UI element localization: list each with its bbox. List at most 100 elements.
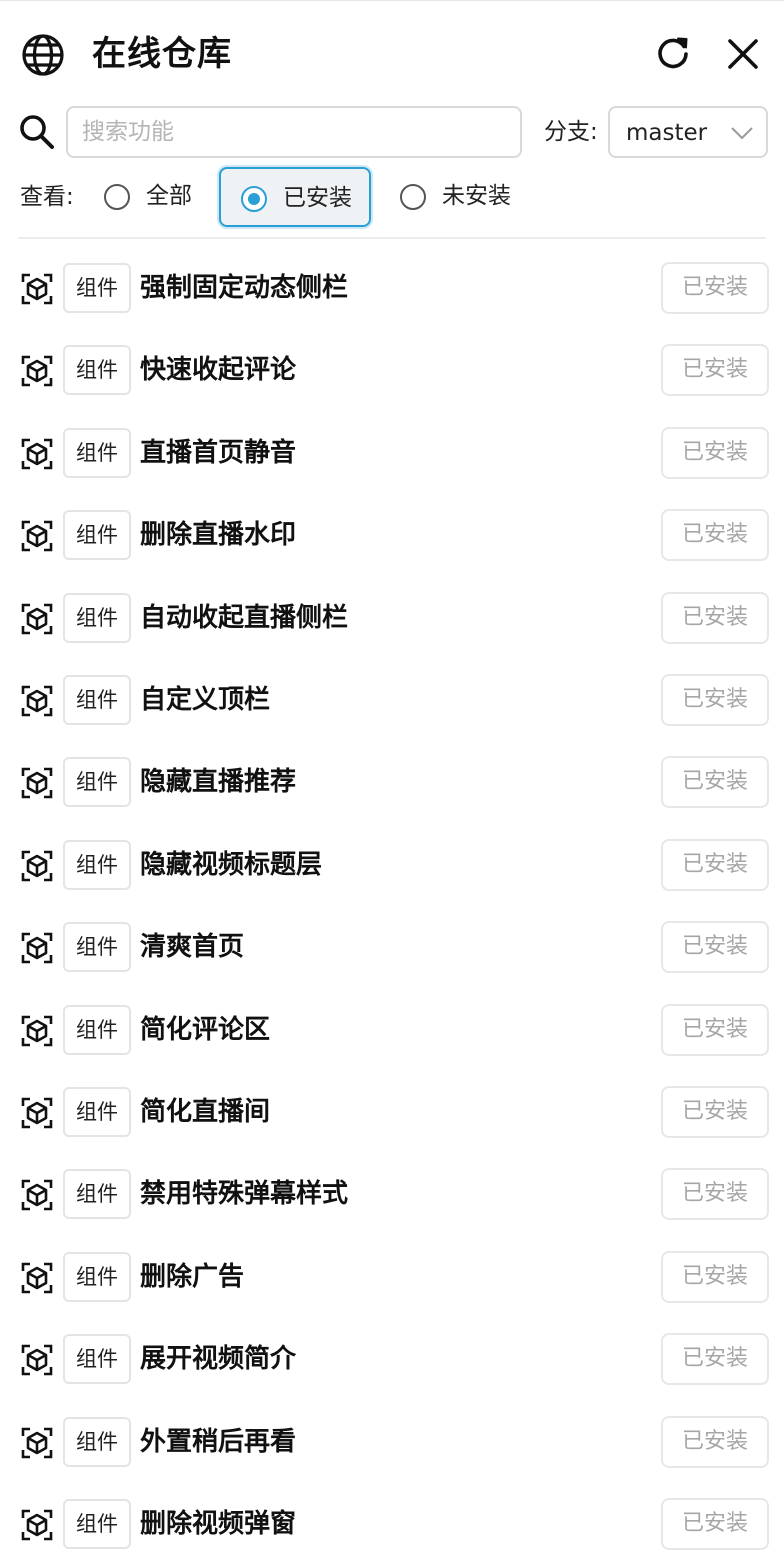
list-item[interactable]: 组件 自定义顶栏 已安装 <box>0 659 784 741</box>
online-repository-panel: 在线仓库 分支: master 查看: 全部 已安装 未安装 <box>0 0 784 1566</box>
filter-option-not-installed[interactable]: 未安装 <box>392 167 532 227</box>
component-type-tag: 组件 <box>63 1169 131 1219</box>
refresh-icon[interactable] <box>652 33 694 75</box>
radio-circle-icon <box>104 184 130 210</box>
component-name[interactable]: 禁用特殊弹幕样式 <box>140 1177 348 1211</box>
installed-status-button[interactable]: 已安装 <box>661 756 769 808</box>
component-cube-icon <box>21 1262 53 1294</box>
filter-option-label: 全部 <box>146 183 192 209</box>
component-name[interactable]: 隐藏视频标题层 <box>140 848 322 882</box>
component-cube-icon <box>21 355 53 387</box>
filter-option-label: 未安装 <box>442 183 511 209</box>
page-title: 在线仓库 <box>92 34 232 74</box>
component-cube-icon <box>21 603 53 635</box>
component-name[interactable]: 展开视频简介 <box>140 1342 296 1376</box>
list-item[interactable]: 组件 快速收起评论 已安装 <box>0 329 784 411</box>
list-item[interactable]: 组件 强制固定动态侧栏 已安装 <box>0 247 784 329</box>
component-type-tag: 组件 <box>63 1499 131 1549</box>
component-type-tag: 组件 <box>63 510 131 560</box>
component-name[interactable]: 直播首页静音 <box>140 436 296 470</box>
component-name[interactable]: 快速收起评论 <box>140 353 296 387</box>
branch-label: 分支: <box>544 119 598 145</box>
list-item[interactable]: 组件 简化评论区 已安装 <box>0 989 784 1071</box>
component-type-tag: 组件 <box>63 840 131 890</box>
component-cube-icon <box>21 1344 53 1376</box>
installed-status-button[interactable]: 已安装 <box>661 509 769 561</box>
installed-status-button[interactable]: 已安装 <box>661 427 769 479</box>
installed-status-button[interactable]: 已安装 <box>661 674 769 726</box>
component-name[interactable]: 简化直播间 <box>140 1095 270 1129</box>
list-item[interactable]: 组件 删除直播水印 已安装 <box>0 494 784 576</box>
component-cube-icon <box>21 520 53 552</box>
branch-selected-value: master <box>626 120 708 146</box>
component-name[interactable]: 外置稍后再看 <box>140 1425 296 1459</box>
component-name[interactable]: 强制固定动态侧栏 <box>140 271 348 305</box>
list-item[interactable]: 组件 外置稍后再看 已安装 <box>0 1401 784 1483</box>
list-item[interactable]: 组件 展开视频简介 已安装 <box>0 1318 784 1400</box>
list-item[interactable]: 组件 隐藏视频标题层 已安装 <box>0 824 784 906</box>
component-type-tag: 组件 <box>63 428 131 478</box>
component-name[interactable]: 删除广告 <box>140 1260 244 1294</box>
panel-header: 在线仓库 <box>0 1 784 107</box>
component-type-tag: 组件 <box>63 593 131 643</box>
installed-status-button[interactable]: 已安装 <box>661 921 769 973</box>
globe-icon <box>22 34 64 76</box>
installed-status-button[interactable]: 已安装 <box>661 839 769 891</box>
component-cube-icon <box>21 1097 53 1129</box>
filter-option-label: 已安装 <box>283 185 352 211</box>
list-item[interactable]: 组件 删除广告 已安装 <box>0 1236 784 1318</box>
component-cube-icon <box>21 1179 53 1211</box>
component-cube-icon <box>21 1015 53 1047</box>
search-icon <box>20 115 54 149</box>
installed-status-button[interactable]: 已安装 <box>661 1086 769 1138</box>
component-type-tag: 组件 <box>63 675 131 725</box>
list-item[interactable]: 组件 清爽首页 已安装 <box>0 906 784 988</box>
component-name[interactable]: 自动收起直播侧栏 <box>140 601 348 635</box>
component-name[interactable]: 自定义顶栏 <box>140 683 270 717</box>
component-type-tag: 组件 <box>63 1252 131 1302</box>
component-type-tag: 组件 <box>63 1087 131 1137</box>
list-item[interactable]: 组件 简化直播间 已安装 <box>0 1071 784 1153</box>
component-type-tag: 组件 <box>63 757 131 807</box>
installed-status-button[interactable]: 已安装 <box>661 592 769 644</box>
component-type-tag: 组件 <box>63 1334 131 1384</box>
component-name[interactable]: 删除直播水印 <box>140 518 296 552</box>
search-input[interactable] <box>66 106 522 158</box>
component-cube-icon <box>21 767 53 799</box>
component-name[interactable]: 简化评论区 <box>140 1013 270 1047</box>
installed-status-button[interactable]: 已安装 <box>661 1333 769 1385</box>
component-name[interactable]: 删除视频弹窗 <box>140 1507 296 1541</box>
component-cube-icon <box>21 1427 53 1459</box>
radio-checked-icon <box>241 186 267 212</box>
component-cube-icon <box>21 1509 53 1541</box>
component-cube-icon <box>21 438 53 470</box>
component-cube-icon <box>21 932 53 964</box>
component-cube-icon <box>21 273 53 305</box>
list-item[interactable]: 组件 删除视频弹窗 已安装 <box>0 1483 784 1565</box>
component-name[interactable]: 清爽首页 <box>140 930 244 964</box>
radio-circle-icon <box>400 184 426 210</box>
component-name[interactable]: 隐藏直播推荐 <box>140 765 296 799</box>
installed-status-button[interactable]: 已安装 <box>661 344 769 396</box>
installed-status-button[interactable]: 已安装 <box>661 1168 769 1220</box>
filter-option-installed[interactable]: 已安装 <box>219 167 371 227</box>
list-item[interactable]: 组件 隐藏直播推荐 已安装 <box>0 741 784 823</box>
installed-status-button[interactable]: 已安装 <box>661 1004 769 1056</box>
component-type-tag: 组件 <box>63 1417 131 1467</box>
close-icon[interactable] <box>722 33 764 75</box>
filter-option-all[interactable]: 全部 <box>96 167 206 227</box>
installed-status-button[interactable]: 已安装 <box>661 1498 769 1550</box>
component-type-tag: 组件 <box>63 345 131 395</box>
list-item[interactable]: 组件 直播首页静音 已安装 <box>0 412 784 494</box>
component-type-tag: 组件 <box>63 1005 131 1055</box>
component-cube-icon <box>21 685 53 717</box>
branch-select[interactable]: master <box>608 106 768 158</box>
component-type-tag: 组件 <box>63 922 131 972</box>
installed-status-button[interactable]: 已安装 <box>661 262 769 314</box>
divider <box>18 237 766 239</box>
chevron-down-icon <box>731 127 753 140</box>
list-item[interactable]: 组件 自动收起直播侧栏 已安装 <box>0 577 784 659</box>
installed-status-button[interactable]: 已安装 <box>661 1251 769 1303</box>
installed-status-button[interactable]: 已安装 <box>661 1416 769 1468</box>
list-item[interactable]: 组件 禁用特殊弹幕样式 已安装 <box>0 1153 784 1235</box>
